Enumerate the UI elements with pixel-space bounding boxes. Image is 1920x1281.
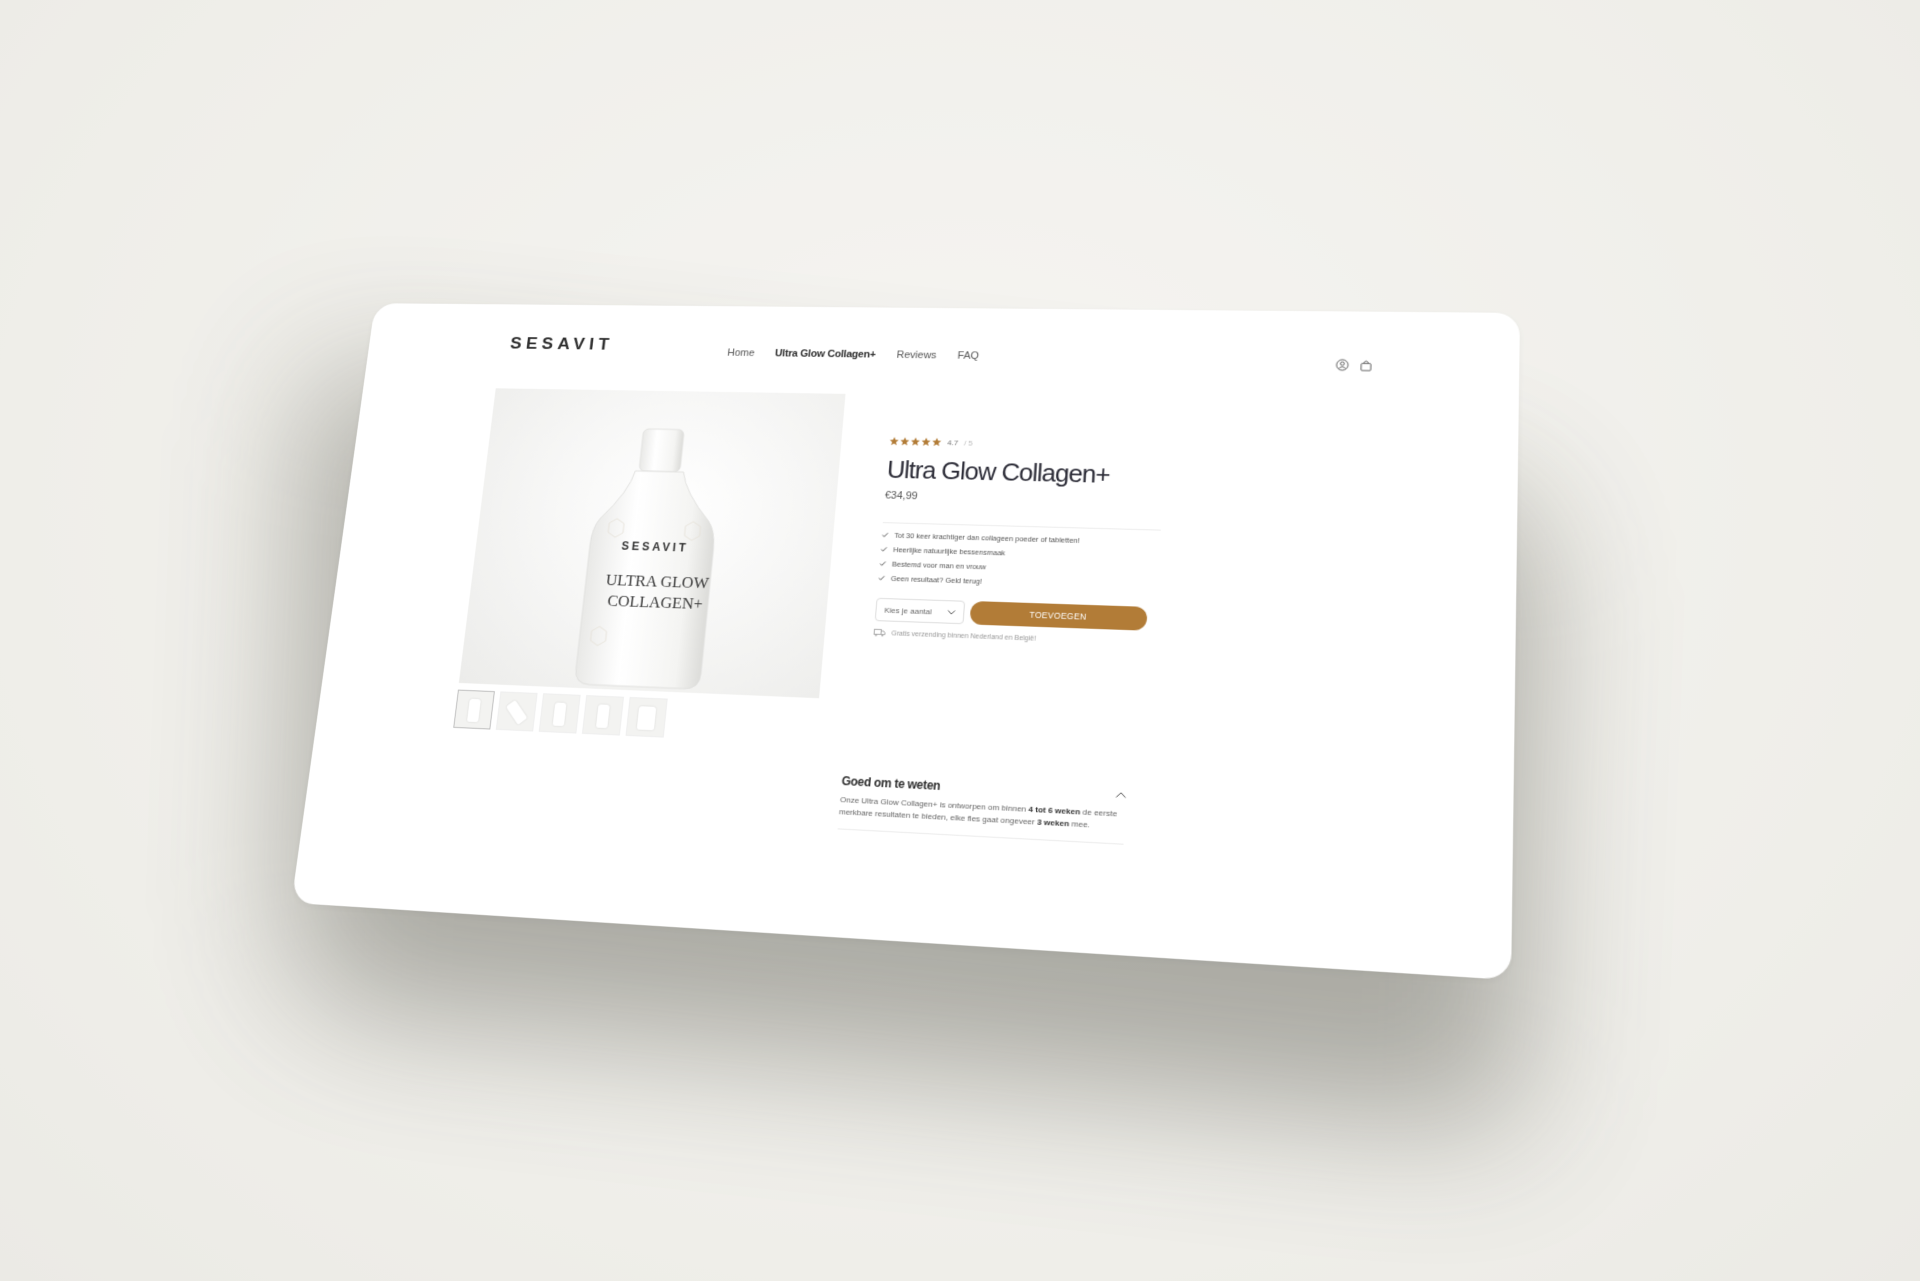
bottle-brand-text: SESAVIT [620, 539, 690, 555]
faq-accordion: Goed om te weten Onze Ultra Glow Collage… [837, 773, 1127, 845]
chevron-down-icon [947, 609, 955, 614]
rating-score: 4.7 [947, 438, 959, 447]
check-icon [878, 575, 885, 582]
product-main-image[interactable]: SESAVIT ULTRA GLOW COLLAGEN+ [458, 388, 846, 699]
purchase-actions: Kies je aantal TOEVOEGEN [874, 597, 1178, 632]
divider [882, 522, 1161, 531]
chevron-up-icon[interactable] [1116, 792, 1127, 799]
main-nav: Home Ultra Glow Collagen+ Reviews FAQ [727, 348, 979, 362]
account-icon[interactable] [1335, 359, 1349, 372]
brand-logo[interactable]: SESAVIT [509, 334, 614, 355]
header-icons [1335, 359, 1372, 372]
shipping-note: Gratis verzending binnen Nederland en Be… [873, 628, 1175, 648]
background-stage: SESAVIT Home Ultra Glow Collagen+ Review… [0, 0, 1920, 1281]
star-icon [900, 437, 910, 446]
website-mockup-card: SESAVIT Home Ultra Glow Collagen+ Review… [291, 303, 1520, 981]
benefit-item: Tot 30 keer krachtiger dan collageen poe… [881, 531, 1180, 548]
faq-title: Goed om te weten [841, 773, 941, 793]
star-icon [921, 437, 931, 446]
check-icon [880, 546, 887, 553]
product-info: 4.7 / 5 Ultra Glow Collagen+ €34,99 Tot … [873, 436, 1185, 647]
thumbnail-1[interactable] [453, 689, 495, 730]
star-icon [931, 437, 942, 447]
add-to-cart-button[interactable]: TOEVOEGEN [969, 600, 1148, 631]
thumbnail-2[interactable] [495, 691, 538, 732]
benefit-item: Geen resultaat? Geld terug! [878, 574, 1179, 592]
nav-item-faq[interactable]: FAQ [957, 350, 979, 361]
check-icon [881, 532, 888, 539]
thumbnail-3[interactable] [538, 693, 581, 734]
rating-row: 4.7 / 5 [889, 436, 1186, 451]
nav-item-home[interactable]: Home [727, 348, 755, 359]
quantity-select[interactable]: Kies je aantal [874, 597, 966, 625]
check-icon [879, 560, 886, 567]
thumbnail-strip [453, 689, 668, 738]
bag-icon[interactable] [1359, 359, 1373, 372]
star-icon [889, 436, 899, 446]
quantity-select-label: Kies je aantal [884, 605, 933, 616]
bottle-title-text: ULTRA GLOW COLLAGEN+ [604, 570, 710, 613]
benefits-list: Tot 30 keer krachtiger dan collageen poe… [878, 531, 1181, 592]
nav-item-reviews[interactable]: Reviews [896, 350, 937, 362]
thumbnail-5[interactable] [625, 696, 668, 738]
thumbnail-4[interactable] [581, 695, 625, 736]
bottle-illustration [570, 426, 729, 693]
nav-item-product[interactable]: Ultra Glow Collagen+ [775, 348, 877, 360]
truck-icon [873, 628, 885, 637]
rating-max: / 5 [963, 438, 974, 448]
product-title: Ultra Glow Collagen+ [885, 455, 1111, 489]
product-price: €34,99 [884, 489, 919, 503]
rating-stars [889, 436, 942, 447]
star-icon [910, 437, 921, 446]
